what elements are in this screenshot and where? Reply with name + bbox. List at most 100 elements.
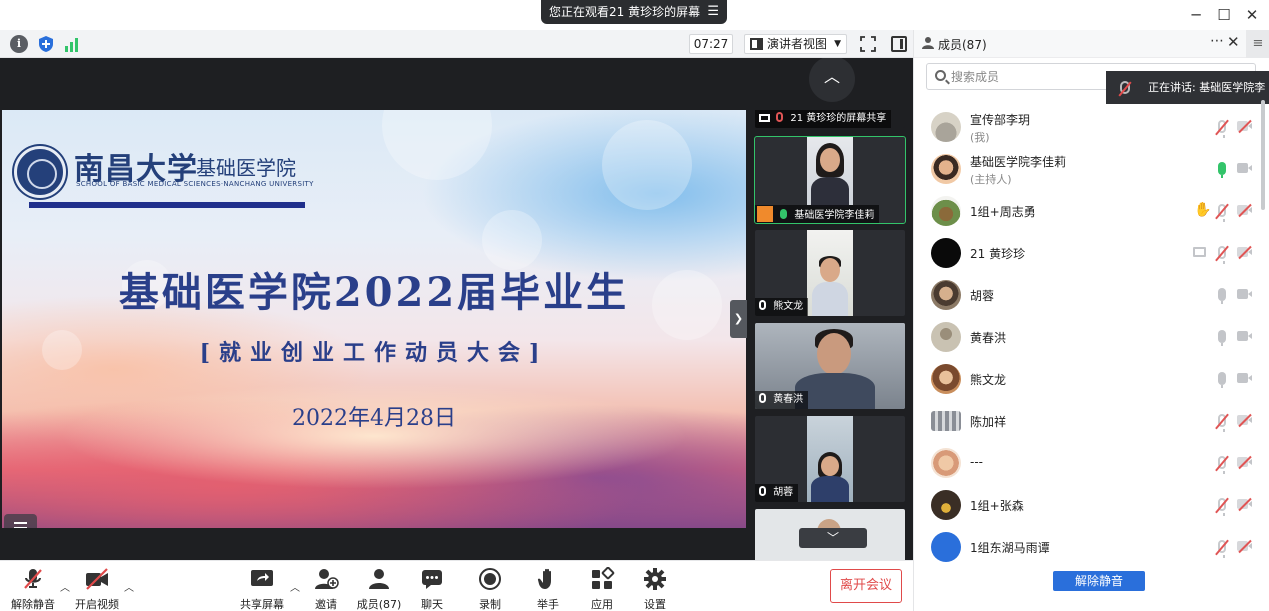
college-name: 基础医学院 [196, 156, 296, 180]
unmute-button[interactable]: 解除静音 [10, 567, 56, 611]
member-search-input[interactable] [951, 67, 1111, 86]
slide-title: 基础医学院2022届毕业生 [118, 269, 630, 316]
camera-off-icon[interactable] [1237, 247, 1252, 257]
chat-button[interactable]: 聊天 [414, 567, 450, 611]
speaker-view-icon [750, 38, 763, 50]
info-icon[interactable]: i [10, 35, 28, 53]
raise-hand-button[interactable]: 举手 [530, 567, 566, 611]
member-name: 1组+张森 [970, 499, 1024, 513]
signal-icon[interactable] [64, 35, 82, 53]
add-user-icon [315, 569, 339, 589]
list-item[interactable]: 胡蓉 [914, 274, 1259, 316]
camera-icon[interactable] [1237, 331, 1252, 341]
mic-icon[interactable] [1218, 330, 1226, 346]
camera-off-icon[interactable] [1237, 121, 1252, 131]
audio-options-chevron-icon[interactable]: ︿ [60, 579, 70, 594]
screen-share-icon [1193, 247, 1206, 257]
camera-off-icon[interactable] [1237, 541, 1252, 551]
slide-divider [29, 202, 305, 208]
shield-icon[interactable] [37, 35, 55, 53]
view-mode-select[interactable]: 演讲者视图 ▼ [744, 34, 847, 54]
video-tile[interactable]: 熊文龙 [755, 230, 905, 316]
more-options-icon[interactable]: ⋯ [1210, 33, 1224, 49]
list-item[interactable]: 1组东湖马雨谭 [914, 526, 1259, 568]
member-name: 熊文龙 [970, 373, 1007, 387]
mic-icon[interactable] [1218, 372, 1226, 388]
mic-muted-icon[interactable] [1218, 498, 1226, 516]
title-bar: 您正在观看21 黄珍珍的屏幕 ☰ ─ ☐ ✕ [0, 0, 1269, 30]
camera-icon[interactable] [1237, 163, 1252, 173]
list-item[interactable]: 21 黄珍珍 [914, 232, 1259, 274]
screen-share-banner[interactable]: 您正在观看21 黄珍珍的屏幕 ☰ [541, 0, 727, 24]
fullscreen-icon[interactable] [860, 36, 876, 52]
video-tile[interactable]: 基础医学院李佳莉 [754, 136, 906, 224]
tile-name-label: 胡蓉 [755, 484, 799, 502]
settings-label: 设置 [644, 598, 666, 611]
camera-off-icon[interactable] [1237, 205, 1252, 215]
participant-video [807, 230, 853, 316]
list-item[interactable]: 熊文龙 [914, 358, 1259, 400]
banner-menu-icon[interactable]: ☰ [707, 0, 719, 24]
panel-menu-icon[interactable]: ≡ [1246, 30, 1269, 58]
start-video-button[interactable]: 开启视频 [74, 567, 120, 611]
university-seal-logo [14, 146, 66, 198]
mic-muted-icon[interactable] [1218, 120, 1226, 138]
video-tile[interactable]: 胡蓉 [755, 416, 905, 502]
list-item[interactable]: 黄春洪 [914, 316, 1259, 358]
list-item[interactable]: 陈加祥 [914, 400, 1259, 442]
member-name: 基础医学院李佳莉 [970, 155, 1067, 169]
mic-icon [759, 300, 766, 310]
members-label: 成员(87) [356, 598, 402, 611]
video-options-chevron-icon[interactable]: ︿ [124, 579, 134, 594]
mic-active-icon[interactable] [1218, 162, 1226, 178]
avatar [931, 364, 961, 394]
mic-muted-icon[interactable] [1218, 456, 1226, 474]
invite-button[interactable]: 邀请 [306, 567, 346, 611]
close-icon[interactable]: ✕ [1227, 33, 1240, 51]
slide-date: 2022年4月28日 [292, 406, 456, 431]
mic-muted-icon [776, 112, 784, 122]
scroll-up-button[interactable]: ︿ [809, 58, 855, 102]
avatar [931, 411, 961, 431]
close-window-icon[interactable]: ✕ [1241, 4, 1263, 26]
mic-muted-icon[interactable] [1218, 246, 1226, 264]
apps-button[interactable]: 应用 [584, 566, 620, 611]
mic-muted-icon[interactable] [1218, 540, 1226, 558]
minimize-icon[interactable]: ─ [1185, 4, 1207, 26]
mic-muted-icon[interactable] [1218, 204, 1226, 222]
scroll-down-button[interactable]: ﹀ [799, 528, 867, 548]
slide-list-button[interactable] [4, 514, 37, 528]
list-item[interactable]: 1组+张森 [914, 484, 1259, 526]
member-list-scrollbar[interactable] [1261, 100, 1265, 210]
record-button[interactable]: 录制 [472, 567, 508, 611]
share-screen-button[interactable]: 共享屏幕 [238, 567, 286, 611]
avatar [931, 112, 961, 142]
sidebar-toggle-icon[interactable] [891, 36, 907, 52]
camera-off-icon[interactable] [1237, 415, 1252, 425]
search-icon [935, 70, 946, 81]
settings-button[interactable]: 设置 [637, 567, 673, 611]
members-button[interactable]: 成员(87) [356, 567, 402, 611]
leave-meeting-button[interactable]: 离开会议 [830, 569, 902, 603]
camera-icon[interactable] [1237, 373, 1252, 383]
list-item[interactable]: 宣传部李玥 (我) [914, 106, 1259, 148]
maximize-icon[interactable]: ☐ [1213, 4, 1235, 26]
tile-name: 21 黄珍珍的屏幕共享 [790, 113, 887, 124]
list-item[interactable]: 基础医学院李佳莉 (主持人) [914, 148, 1259, 190]
camera-icon[interactable] [1237, 289, 1252, 299]
members-panel-title: 成员(87) [938, 38, 987, 52]
list-item[interactable]: 1组+周志勇 ✋ [914, 190, 1259, 232]
camera-off-icon[interactable] [1237, 457, 1252, 467]
collapse-filmstrip-button[interactable]: ❯ [730, 300, 747, 338]
camera-off-icon[interactable] [1237, 499, 1252, 509]
college-english-name: SCHOOL OF BASIC MEDICAL SCIENCES·NANCHAN… [76, 180, 314, 188]
member-name: 1组+周志勇 [970, 205, 1036, 219]
apps-icon [592, 566, 615, 589]
tile-name: 基础医学院李佳莉 [794, 210, 875, 221]
list-item[interactable]: --- [914, 442, 1259, 484]
unmute-all-button[interactable]: 解除静音 [1053, 571, 1145, 591]
mic-icon[interactable] [1218, 288, 1226, 304]
mic-muted-icon[interactable] [1218, 414, 1226, 432]
share-options-chevron-icon[interactable]: ︿ [290, 579, 300, 594]
video-tile[interactable]: 黄春洪 [755, 323, 905, 409]
